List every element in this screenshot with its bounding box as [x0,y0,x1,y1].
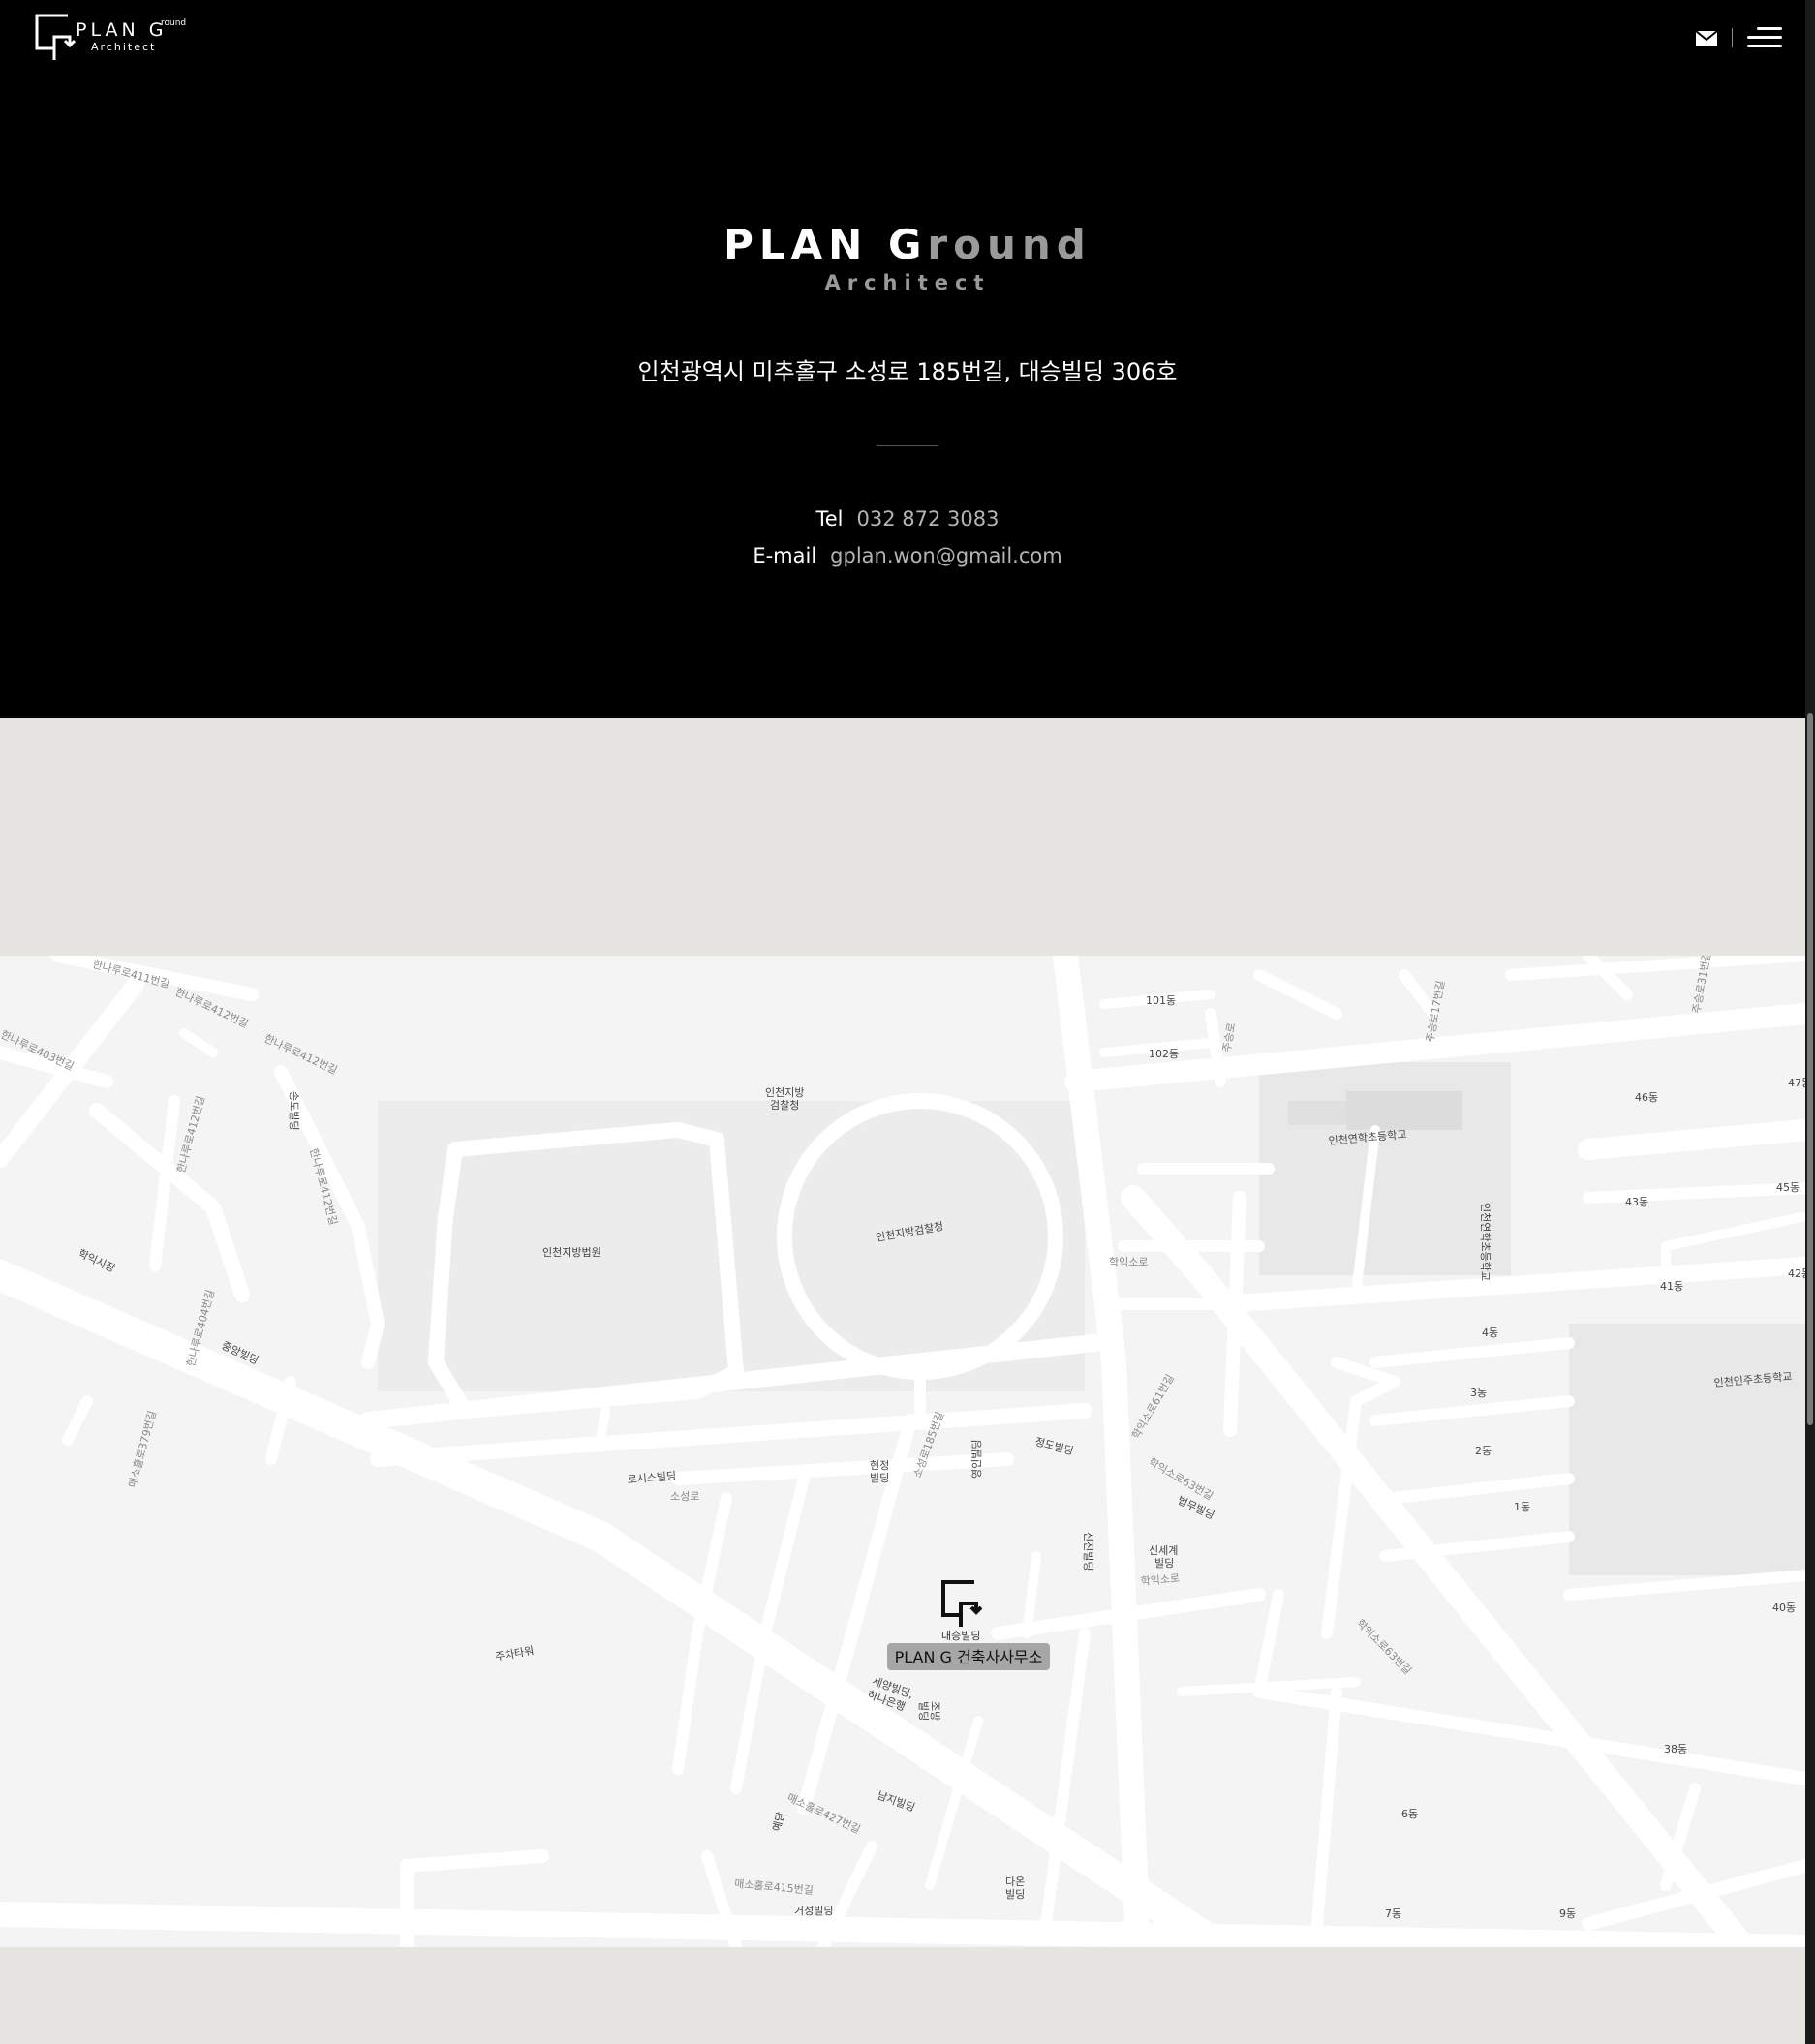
hero-divider [877,445,938,446]
logo-title: PLAN G [76,19,168,41]
logo-superscript: round [161,18,187,28]
map-label: 주승로 [1220,1022,1238,1053]
map-label: 매소홀로379번길 [126,1409,159,1488]
map-label: 101동 [1146,994,1176,1007]
map-label: 주차타워 [494,1644,535,1663]
map-label: 한나루로412번길 [174,1094,207,1174]
address: 인천광역시 미추홀구 소성로 185번길, 대승빌딩 306호 [637,358,1178,385]
mail-icon [1695,30,1718,46]
map-label: 빌딩 [870,1472,889,1484]
map-label: 빌딩 [917,1701,930,1721]
map-label: 다온 [1005,1876,1025,1888]
hamburger-line [1747,45,1782,47]
location-map[interactable]: 인천지방법원 인천지방검찰청 인천지방 검찰청 인천연학초등학교 인천인주초등학… [0,956,1805,1947]
map-label: 거성빌딩 [794,1905,833,1917]
map-label: 학익소로 [1109,1256,1148,1268]
map-label: 현정 [870,1459,889,1472]
logo[interactable]: PLAN G round Architect [33,14,188,64]
map-label: 102동 [1149,1048,1179,1060]
map-label: 정도빌딩 [1033,1435,1074,1457]
map-label: 예담 [770,1811,787,1833]
map-label: 1동 [1514,1501,1530,1513]
marker-logo-icon [941,1580,982,1627]
mail-button[interactable] [1695,29,1718,48]
map-label: 학익소로63번길 [1354,1617,1414,1677]
logo-subtitle: Architect [91,41,157,53]
map-label: 송도빌딩 [288,1091,300,1130]
map-label: 매소홀로427번길 [785,1791,863,1836]
marker-building-label: 대승빌딩 [941,1630,980,1642]
logo-mark-icon [35,14,76,60]
hero-subtitle: Architect [824,271,991,294]
map-label: 42동 [1788,1267,1805,1280]
hero-title: PLAN Ground [0,221,1815,268]
scrollbar-thumb[interactable] [1807,713,1813,1425]
map-label: 7동 [1385,1907,1401,1920]
map-label: 4동 [1482,1327,1498,1339]
hamburger-menu-icon [1757,27,1782,30]
menu-button[interactable] [1743,25,1782,50]
map-label: 매소홀로415번길 [734,1877,815,1897]
contact-email: E-mail gplan.won@gmail.com [0,544,1815,567]
hero-title-part2: round [927,221,1092,268]
map-label: 검찰청 [770,1099,799,1112]
map-label: 학익소로 [1140,1572,1180,1588]
map-label: 남지빌딩 [876,1789,916,1815]
header-divider [1732,28,1733,47]
tel-label: Tel [815,507,844,531]
tel-value[interactable]: 032 872 3083 [857,507,1000,531]
map-label: 6동 [1401,1808,1418,1820]
map-label: 38동 [1664,1743,1687,1755]
map-label: 인천지방법원 [542,1245,601,1259]
hamburger-line [1747,36,1782,39]
email-label: E-mail [753,544,817,567]
map-label: 소성로 [670,1490,699,1503]
map-label: 3동 [1470,1387,1487,1399]
map-label: 인천연학초등학교 [1479,1203,1492,1281]
contact-tel: Tel 032 872 3083 [0,507,1815,531]
map-label: 신진빌딩 [1082,1532,1094,1571]
map-canvas[interactable]: 인천지방법원 인천지방검찰청 인천지방 검찰청 인천연학초등학교 인천인주초등학… [0,956,1805,1947]
hero-title-part1: PLAN G [723,221,928,268]
map-label: 41동 [1660,1280,1683,1293]
map-label: 45동 [1776,1181,1800,1194]
map-label: 2동 [1475,1445,1492,1457]
map-label: 46동 [1635,1091,1658,1104]
map-label: 학익소로61번길 [1129,1372,1177,1441]
map-label: 한나루로412번길 [262,1032,340,1077]
email-value[interactable]: gplan.won@gmail.com [830,544,1062,567]
map-label: 40동 [1772,1602,1796,1614]
map-label: 9동 [1559,1907,1576,1920]
map-label: 빌딩 [1154,1557,1174,1570]
map-label: 빌딩 [1005,1888,1025,1901]
marker-label: PLAN G 건축사사무소 [895,1648,1043,1666]
map-label: 43동 [1625,1196,1648,1208]
site-header: PLAN G round Architect [0,0,1815,77]
map-label: 인천지방 [765,1085,804,1099]
map-label: 47동 [1788,1077,1805,1089]
map-label: 로시스빌딩 [627,1470,677,1486]
map-label: 학익시장 [77,1247,117,1275]
map-label: 영인빌딩 [970,1440,983,1479]
map-label: 신세계 [1149,1544,1178,1557]
